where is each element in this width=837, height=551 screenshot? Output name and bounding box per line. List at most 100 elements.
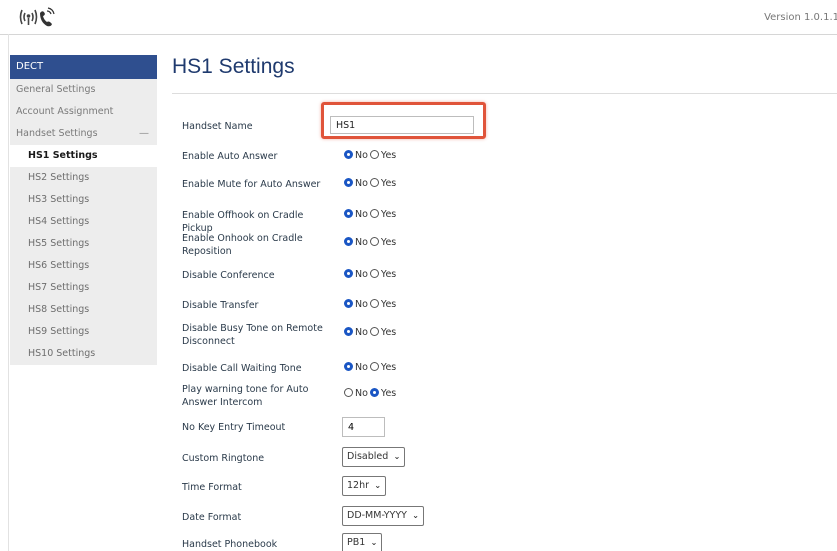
disable-call-waiting-tone-label: Disable Call Waiting Tone: [182, 363, 302, 374]
time-format-select[interactable]: 12hr ⌄: [342, 476, 387, 496]
auto-answer-radio-yes[interactable]: [369, 150, 379, 159]
handset-name-row: Handset Name: [180, 113, 830, 143]
auto-answer-radio-no[interactable]: [344, 150, 353, 159]
radio-option-label: Yes: [380, 209, 397, 220]
onhook-cradle-reposition-row: Enable Onhook on Cradle Reposition No Yes: [180, 232, 830, 262]
offhook-cradle-pickup-radio-yes[interactable]: [369, 209, 379, 218]
time-format-row: Time Format 12hr ⌄: [180, 474, 830, 504]
offhook-cradle-pickup-row: Enable Offhook on Cradle Pickup No Yes: [180, 202, 830, 234]
date-format-row: Date Format DD-MM-YYYY ⌄: [180, 504, 830, 534]
radio-option-label: Yes: [380, 150, 397, 161]
mute-auto-answer-radio-yes[interactable]: [369, 178, 379, 187]
sidebar-item-handset-settings[interactable]: Handset Settings —: [10, 123, 157, 145]
radio-option-label: Yes: [380, 299, 397, 310]
disable-transfer-radio-no[interactable]: [344, 299, 353, 308]
handset-phonebook-select[interactable]: PB1 ⌄: [342, 533, 383, 551]
radio-option-label: Yes: [380, 269, 397, 280]
chevron-down-icon: ⌄: [412, 511, 419, 520]
disable-conference-radio-group: No Yes: [344, 269, 398, 280]
offhook-cradle-pickup-radio-group: No Yes: [344, 209, 398, 220]
no-key-timeout-label: No Key Entry Timeout: [182, 422, 286, 433]
onhook-cradle-reposition-radio-no[interactable]: [344, 237, 353, 246]
version-label: Version 1.0.1.1: [764, 12, 837, 23]
offhook-cradle-pickup-radio-no[interactable]: [344, 209, 353, 218]
sidebar-item-hs3-settings[interactable]: HS3 Settings: [10, 189, 157, 211]
disable-call-waiting-tone-row: Disable Call Waiting Tone No Yes: [180, 355, 830, 385]
radio-option-label: No: [355, 327, 368, 338]
disable-busy-tone-radio-group: No Yes: [344, 327, 398, 338]
highlight-box: [321, 102, 486, 139]
warning-tone-intercom-radio-group: No Yes: [344, 388, 398, 399]
custom-ringtone-label: Custom Ringtone: [182, 453, 265, 464]
sidebar: DECT General Settings Account Assignment…: [10, 55, 157, 365]
disable-conference-row: Disable Conference No Yes: [180, 262, 830, 292]
collapse-icon[interactable]: —: [139, 123, 149, 145]
chevron-down-icon: ⌄: [370, 538, 378, 547]
mute-auto-answer-radio-no[interactable]: [344, 178, 353, 187]
auto-answer-radio-group: No Yes: [344, 150, 398, 161]
disable-transfer-row: Disable Transfer No Yes: [180, 292, 830, 322]
mute-auto-answer-label: Enable Mute for Auto Answer: [182, 179, 321, 190]
date-format-select[interactable]: DD-MM-YYYY ⌄: [342, 506, 424, 526]
date-format-label: Date Format: [182, 512, 242, 523]
disable-busy-tone-label: Disable Busy Tone on Remote Disconnect: [182, 323, 323, 347]
sidebar-item-hs6-settings[interactable]: HS6 Settings: [10, 255, 157, 277]
dect-signal-icon: [19, 7, 55, 27]
radio-option-label: No: [355, 362, 368, 373]
no-key-timeout-row: No Key Entry Timeout: [180, 415, 830, 445]
sidebar-item-hs1-settings[interactable]: HS1 Settings: [10, 145, 157, 167]
radio-option-label: No: [355, 269, 368, 280]
sidebar-item-account-assignment[interactable]: Account Assignment: [10, 101, 157, 123]
time-format-label: Time Format: [182, 482, 242, 493]
disable-conference-radio-no[interactable]: [344, 269, 353, 278]
sidebar-item-hs7-settings[interactable]: HS7 Settings: [10, 277, 157, 299]
auto-answer-row: Enable Auto Answer No Yes: [180, 143, 830, 173]
radio-option-label: Yes: [380, 327, 397, 338]
onhook-cradle-reposition-label: Enable Onhook on Cradle Reposition: [182, 233, 303, 257]
disable-transfer-radio-yes[interactable]: [369, 299, 379, 308]
divider: [8, 34, 9, 551]
chevron-down-icon: ⌄: [393, 452, 401, 461]
disable-conference-radio-yes[interactable]: [369, 269, 379, 278]
radio-option-label: No: [355, 388, 368, 399]
mute-auto-answer-row: Enable Mute for Auto Answer No Yes: [180, 171, 830, 201]
title-divider: [172, 93, 837, 94]
sidebar-item-hs9-settings[interactable]: HS9 Settings: [10, 321, 157, 343]
sidebar-item-hs4-settings[interactable]: HS4 Settings: [10, 211, 157, 233]
radio-option-label: Yes: [380, 178, 397, 189]
radio-option-label: Yes: [380, 237, 397, 248]
disable-busy-tone-radio-no[interactable]: [344, 327, 353, 336]
disable-conference-label: Disable Conference: [182, 270, 275, 281]
handset-phonebook-row: Handset Phonebook PB1 ⌄: [180, 533, 830, 551]
warning-tone-intercom-row: Play warning tone for Auto Answer Interc…: [180, 383, 830, 413]
custom-ringtone-row: Custom Ringtone Disabled ⌄: [180, 445, 830, 475]
warning-tone-intercom-label: Play warning tone for Auto Answer Interc…: [182, 384, 309, 408]
disable-call-waiting-tone-radio-yes[interactable]: [369, 362, 379, 371]
disable-transfer-radio-group: No Yes: [344, 299, 398, 310]
mute-auto-answer-radio-group: No Yes: [344, 178, 398, 189]
sidebar-item-hs10-settings[interactable]: HS10 Settings: [10, 343, 157, 365]
disable-call-waiting-tone-radio-no[interactable]: [344, 362, 353, 371]
radio-option-label: Yes: [380, 388, 397, 399]
radio-option-label: No: [355, 178, 368, 189]
page-title: HS1 Settings: [172, 55, 295, 78]
disable-busy-tone-radio-yes[interactable]: [369, 327, 379, 336]
no-key-timeout-input[interactable]: [342, 417, 385, 437]
custom-ringtone-select[interactable]: Disabled ⌄: [342, 447, 406, 467]
warning-tone-intercom-radio-no[interactable]: [344, 388, 353, 397]
auto-answer-label: Enable Auto Answer: [182, 151, 278, 162]
sidebar-item-general-settings[interactable]: General Settings: [10, 79, 157, 101]
warning-tone-intercom-radio-yes[interactable]: [369, 388, 379, 397]
radio-option-label: No: [355, 299, 368, 310]
handset-phonebook-label: Handset Phonebook: [182, 539, 278, 550]
disable-transfer-label: Disable Transfer: [182, 300, 259, 311]
radio-option-label: No: [355, 150, 368, 161]
sidebar-item-hs8-settings[interactable]: HS8 Settings: [10, 299, 157, 321]
handset-name-label: Handset Name: [182, 121, 253, 132]
sidebar-item-hs5-settings[interactable]: HS5 Settings: [10, 233, 157, 255]
sidebar-item-hs2-settings[interactable]: HS2 Settings: [10, 167, 157, 189]
radio-option-label: No: [355, 237, 368, 248]
sidebar-section-dect[interactable]: DECT: [10, 55, 157, 79]
onhook-cradle-reposition-radio-yes[interactable]: [369, 237, 379, 246]
chevron-down-icon: ⌄: [374, 481, 382, 490]
